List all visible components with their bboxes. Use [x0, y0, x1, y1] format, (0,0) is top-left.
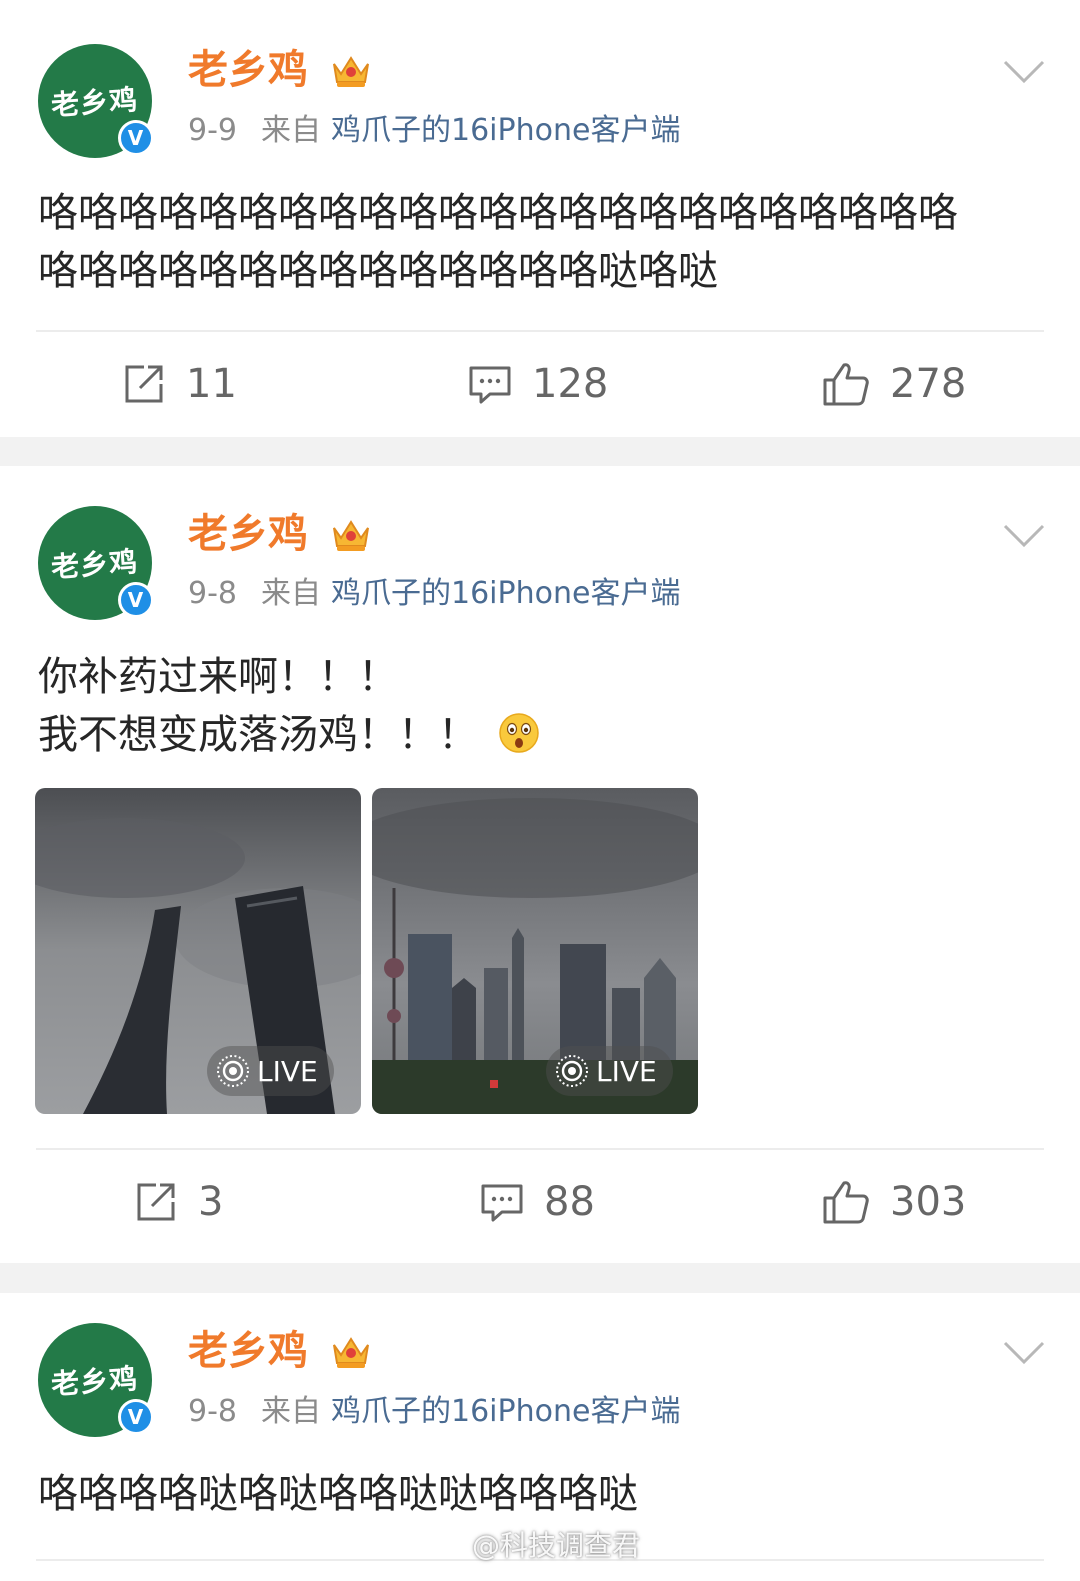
source-link[interactable]: 鸡爪子的16iPhone客户端 — [331, 1394, 680, 1429]
verified-badge-icon: V — [118, 120, 154, 156]
post-text-line: 我不想变成落汤鸡！！！ — [38, 712, 478, 758]
live-photo-icon — [217, 1055, 249, 1087]
verified-badge-icon: V — [118, 1399, 154, 1435]
crown-icon — [333, 56, 369, 87]
repost-icon — [125, 365, 163, 403]
post-text-line: 咯咯咯咯哒咯哒咯咯哒哒咯咯咯哒 — [38, 1471, 638, 1517]
username[interactable]: 老乡鸡 — [188, 510, 308, 558]
avatar[interactable]: 老乡鸡 V — [38, 506, 154, 620]
post-text-line: 你补药过来啊！！！ — [38, 654, 398, 700]
post-text-line-with-emoji: 我不想变成落汤鸡！！！ — [38, 706, 1028, 764]
source-prefix: 来自 — [261, 113, 321, 148]
chevron-down-icon[interactable] — [1002, 58, 1046, 86]
post-text: 咯咯咯咯咯咯咯咯咯咯咯咯咯咯咯咯咯咯咯咯咯咯咯 咯咯咯咯咯咯咯咯咯咯咯咯咯咯哒咯… — [38, 184, 1028, 300]
comment-icon — [469, 366, 511, 404]
action-bar: 11 128 278 — [0, 344, 1080, 424]
comment-count: 128 — [532, 361, 609, 407]
repost-count: 3 — [198, 1179, 224, 1225]
post-text-line: 咯咯咯咯咯咯咯咯咯咯咯咯咯咯咯咯咯咯咯咯咯咯咯 — [38, 190, 958, 236]
live-photo-badge: LIVE — [207, 1046, 334, 1096]
live-label: LIVE — [596, 1054, 657, 1088]
avatar-text: 老乡鸡 — [50, 1362, 140, 1401]
weibo-post[interactable]: 老乡鸡 V 老乡鸡 9-8 来自 鸡爪子的16iPhone客户端 你补药过来啊！！！… — [0, 466, 1080, 1263]
verified-badge-icon: V — [118, 582, 154, 618]
comment-button[interactable]: 128 — [468, 344, 608, 424]
crown-icon — [333, 520, 369, 551]
repost-button[interactable]: 11 — [122, 344, 237, 424]
shanghai-towers-photo[interactable]: LIVE — [35, 788, 361, 1114]
divider — [36, 330, 1044, 332]
post-text: 咯咯咯咯哒咯哒咯咯哒哒咯咯咯哒 — [38, 1465, 1028, 1523]
username[interactable]: 老乡鸡 — [188, 46, 308, 94]
like-button[interactable]: 303 — [822, 1162, 966, 1242]
chevron-down-icon[interactable] — [1002, 522, 1046, 550]
comment-button[interactable]: 88 — [480, 1162, 595, 1242]
username[interactable]: 老乡鸡 — [188, 1327, 308, 1375]
repost-icon — [137, 1183, 175, 1221]
post-date: 9-8 — [188, 576, 237, 611]
watermark-text: @科技调查君 — [472, 1529, 641, 1562]
post-meta: 9-8 来自 鸡爪子的16iPhone客户端 — [188, 576, 680, 612]
watermark: @科技调查君 — [430, 1524, 640, 1564]
live-photo-badge: LIVE — [546, 1046, 673, 1096]
chevron-down-icon[interactable] — [1002, 1339, 1046, 1367]
post-meta: 9-8 来自 鸡爪子的16iPhone客户端 — [188, 1394, 680, 1430]
action-bar: 3 88 303 — [0, 1162, 1080, 1242]
post-text: 你补药过来啊！！！ 我不想变成落汤鸡！！！ — [38, 648, 1028, 764]
source-link[interactable]: 鸡爪子的16iPhone客户端 — [331, 576, 680, 611]
source-link[interactable]: 鸡爪子的16iPhone客户端 — [331, 113, 680, 148]
like-count: 303 — [890, 1179, 967, 1225]
avatar-text: 老乡鸡 — [50, 83, 140, 122]
post-meta: 9-9 来自 鸡爪子的16iPhone客户端 — [188, 113, 680, 149]
repost-count: 11 — [186, 361, 237, 407]
source-prefix: 来自 — [261, 576, 321, 611]
weibo-logo-icon — [431, 1531, 467, 1558]
lujiazui-skyline-photo[interactable]: LIVE — [372, 788, 698, 1114]
like-icon — [823, 363, 869, 406]
comment-icon — [481, 1184, 523, 1222]
live-photo-icon — [556, 1055, 588, 1087]
avatar[interactable]: 老乡鸡 V — [38, 44, 154, 158]
divider — [36, 1148, 1044, 1150]
avatar-text: 老乡鸡 — [50, 545, 140, 584]
like-icon — [823, 1181, 869, 1224]
crown-icon — [333, 1337, 369, 1368]
post-text-line: 咯咯咯咯咯咯咯咯咯咯咯咯咯咯哒咯哒 — [38, 248, 718, 294]
weibo-post[interactable]: 老乡鸡 V 老乡鸡 9-9 来自 鸡爪子的16iPhone客户端 咯咯咯咯咯咯咯咯咯… — [0, 0, 1080, 437]
live-label: LIVE — [257, 1054, 318, 1088]
comment-count: 88 — [544, 1179, 595, 1225]
shocked-face-emoji-icon — [499, 713, 539, 753]
source-prefix: 来自 — [261, 1394, 321, 1429]
repost-button[interactable]: 3 — [134, 1162, 223, 1242]
post-date: 9-9 — [188, 113, 237, 148]
post-date: 9-8 — [188, 1394, 237, 1429]
avatar[interactable]: 老乡鸡 V — [38, 1323, 154, 1437]
like-button[interactable]: 278 — [822, 344, 966, 424]
like-count: 278 — [890, 361, 967, 407]
